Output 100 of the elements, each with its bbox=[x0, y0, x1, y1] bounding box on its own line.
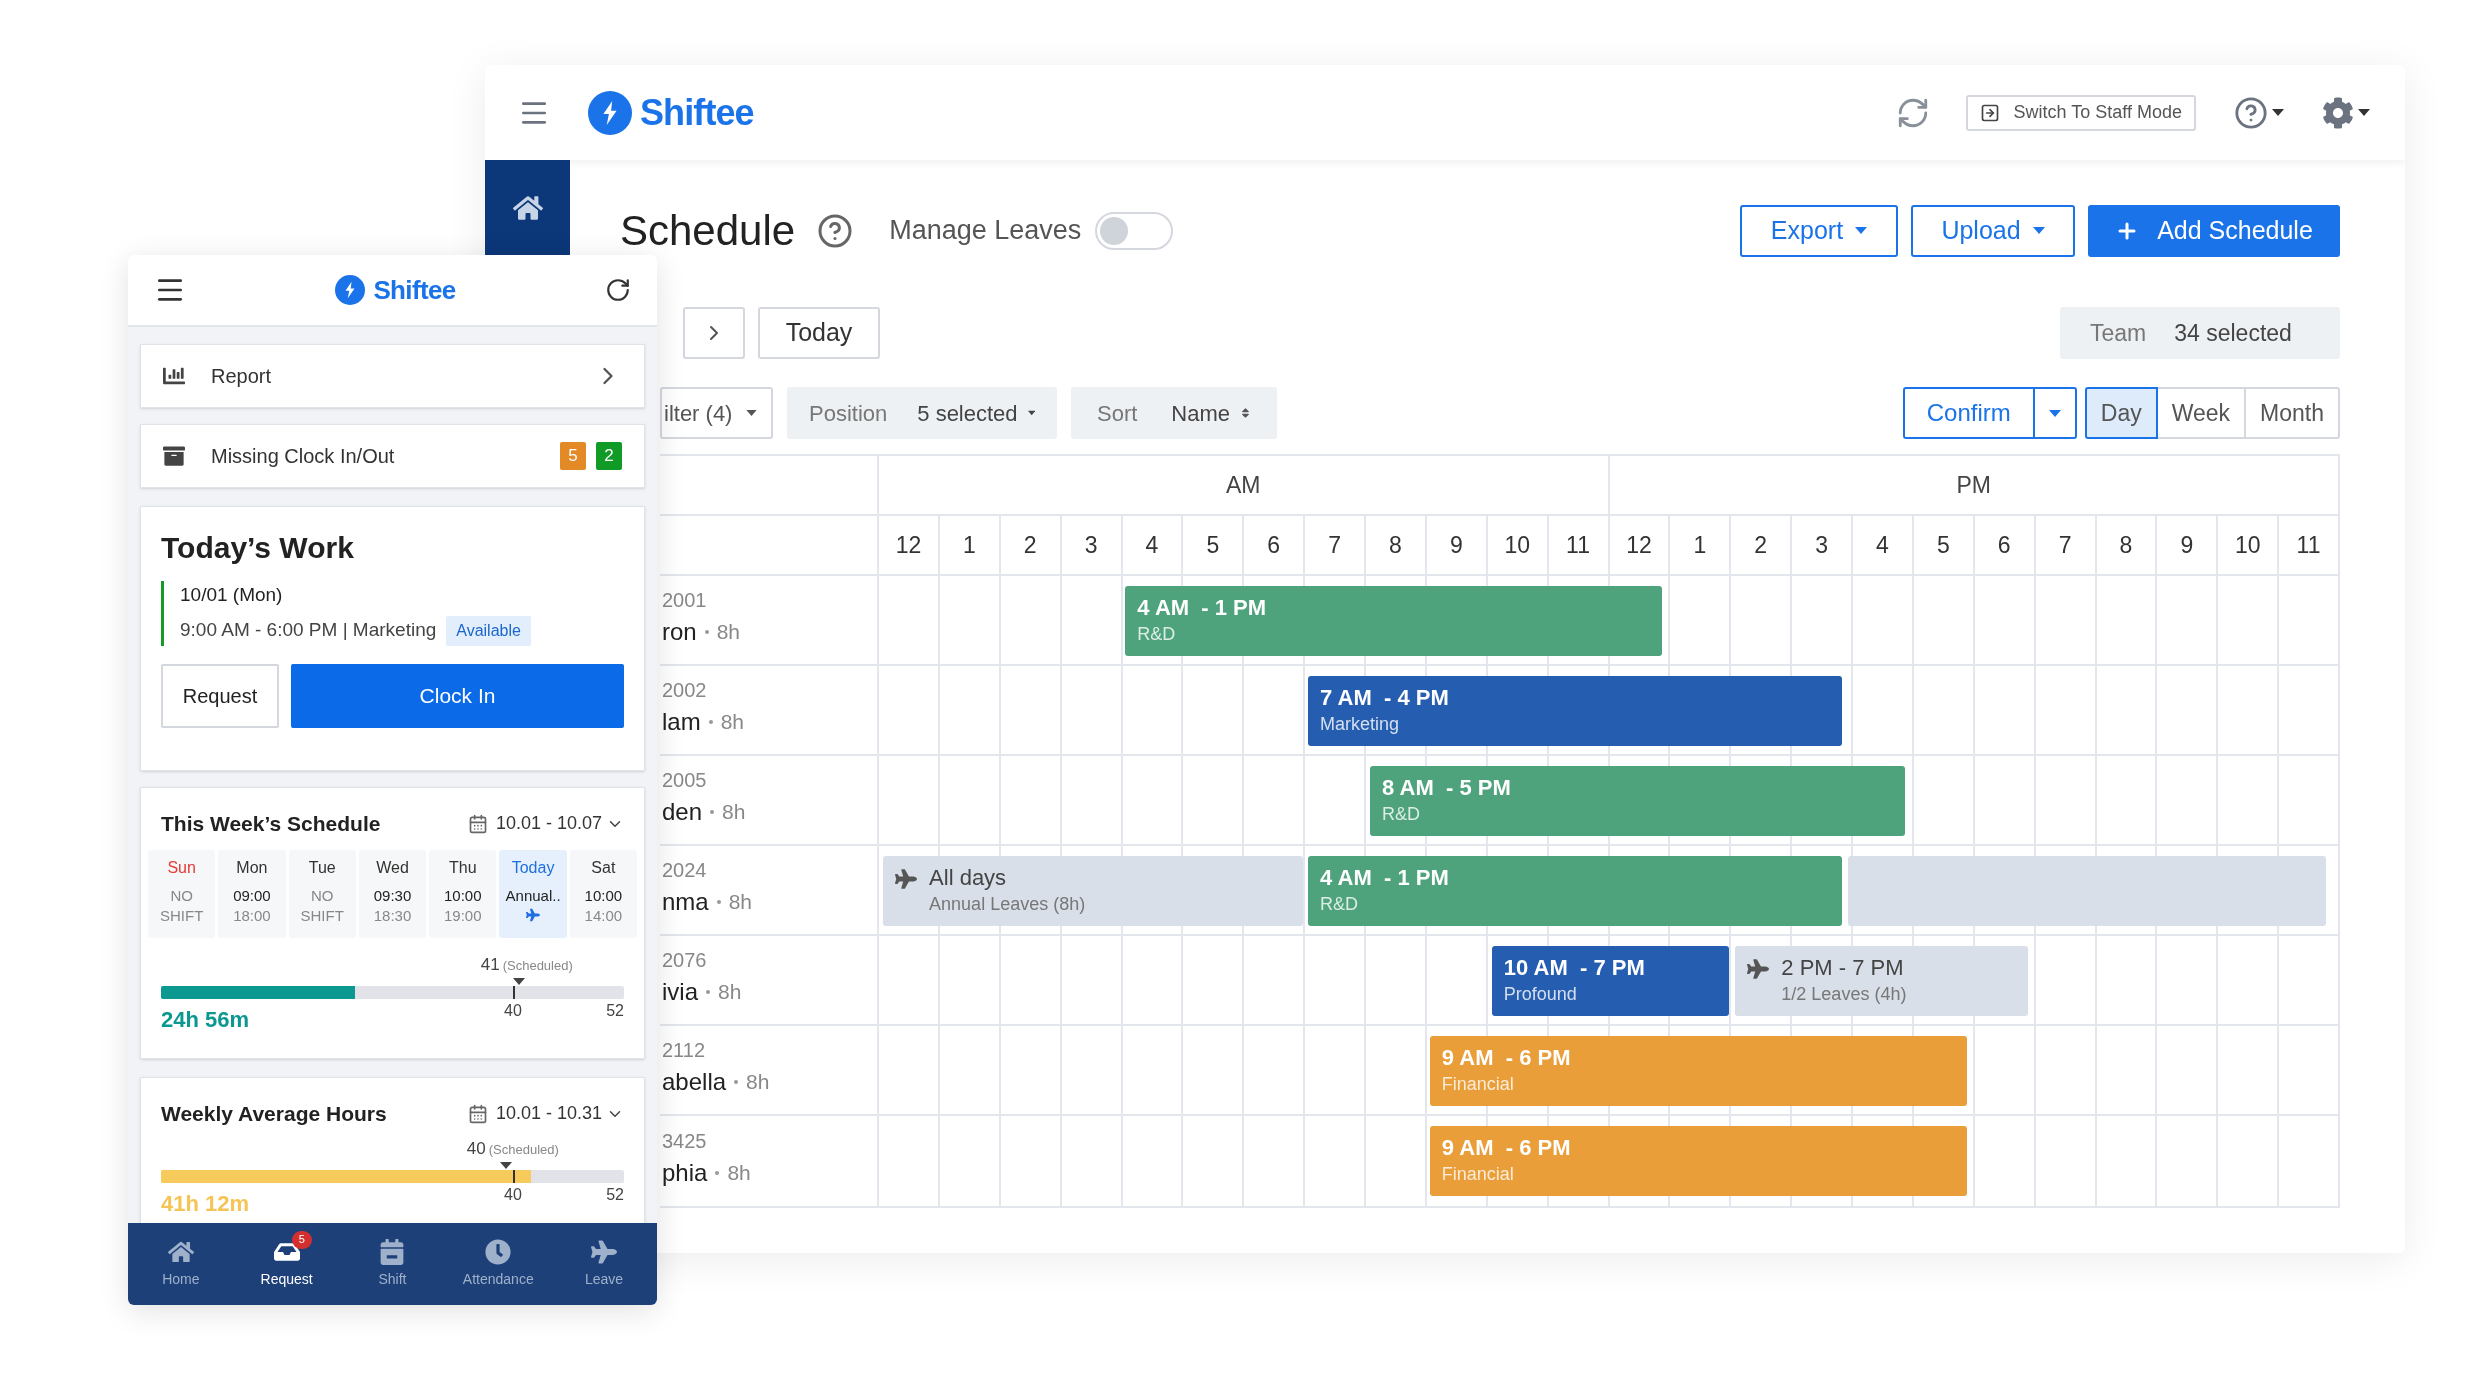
day-start: Annual.. bbox=[505, 885, 561, 906]
day-cell[interactable]: Thu 10:00 19:00 bbox=[429, 849, 497, 938]
calendar-icon[interactable] bbox=[467, 1103, 488, 1124]
caret-icon bbox=[2048, 409, 2061, 417]
employee-name: den bbox=[662, 797, 703, 827]
sort-icon bbox=[1240, 407, 1251, 419]
employee-id: 3425 bbox=[662, 1131, 708, 1151]
day-cell[interactable]: Mon 09:00 18:00 bbox=[218, 849, 286, 938]
confirm-split-button[interactable]: Confirm bbox=[1902, 387, 2077, 439]
day-label: Wed bbox=[376, 857, 409, 878]
nav-label: Shift bbox=[378, 1269, 407, 1289]
date-range[interactable]: 10.01 - 10.31 bbox=[495, 1100, 602, 1128]
nav-item[interactable]: Home bbox=[128, 1223, 234, 1305]
employee-id: 2002 bbox=[662, 680, 708, 700]
calendar-icon[interactable] bbox=[467, 813, 488, 834]
upload-button[interactable]: Upload bbox=[1911, 204, 2075, 257]
view-tab[interactable]: Week bbox=[2155, 387, 2247, 439]
day-cell[interactable]: Wed 09:30 18:30 bbox=[358, 849, 427, 938]
bar-time: 9 AM - 6 PM bbox=[1441, 1134, 1571, 1162]
tick-label: 40 bbox=[504, 1000, 522, 1021]
request-button[interactable]: Request bbox=[161, 663, 279, 728]
hour-label: 1 bbox=[1693, 530, 1707, 560]
confirm-button[interactable]: Confirm bbox=[1904, 389, 2035, 437]
day-label: Mon bbox=[236, 857, 268, 878]
bar-subtitle: Marketing bbox=[1320, 713, 1400, 736]
scheduled-label: (Scheduled) bbox=[502, 957, 573, 975]
day-cell[interactable]: Tue NO SHIFT bbox=[288, 849, 356, 938]
view-tab[interactable]: Month bbox=[2244, 387, 2340, 439]
menu-card[interactable]: Missing Clock In/Out 5 2 bbox=[140, 424, 645, 488]
filter-button[interactable]: ilter (4) bbox=[660, 387, 773, 439]
bar-subtitle: Financial bbox=[1441, 1073, 1515, 1096]
bar-time: All days bbox=[929, 864, 1008, 892]
day-label: Today bbox=[511, 857, 555, 878]
work-shift: 9:00 AM - 6:00 PM | Marketing bbox=[180, 618, 437, 643]
bar-time: 8 AM - 5 PM bbox=[1382, 774, 1511, 802]
leave-bar[interactable]: All days Annual Leaves (8h) bbox=[883, 856, 1304, 926]
tick-label: 52 bbox=[606, 1184, 624, 1205]
sort-control[interactable]: Sort Name bbox=[1071, 387, 1277, 439]
nav-item[interactable]: Shift bbox=[339, 1223, 446, 1305]
today-button[interactable]: Today bbox=[758, 307, 880, 359]
scheduled-hours: 8h bbox=[728, 889, 753, 916]
clock-in-button[interactable]: Clock In bbox=[291, 663, 624, 728]
position-filter[interactable]: Position 5 selected bbox=[787, 387, 1057, 439]
bar-time: 9 AM - 6 PM bbox=[1441, 1044, 1571, 1072]
team-label: Team bbox=[2090, 318, 2147, 348]
nav-item[interactable]: Attendance bbox=[445, 1223, 552, 1305]
manage-leaves-toggle[interactable] bbox=[1095, 211, 1174, 250]
switch-mode-button[interactable]: Switch To Staff Mode bbox=[1965, 94, 2196, 131]
calendar-icon bbox=[379, 1238, 406, 1265]
nav-item[interactable]: Leave bbox=[551, 1223, 657, 1305]
day-cell[interactable]: Today Annual.. bbox=[499, 849, 567, 938]
hour-label: 5 bbox=[1206, 530, 1220, 560]
view-tab[interactable]: Day bbox=[2084, 387, 2158, 439]
scheduled-hours: 8h bbox=[746, 1069, 770, 1096]
caret-icon bbox=[1855, 227, 1868, 234]
hour-label: 6 bbox=[1267, 530, 1281, 560]
logo-text: Shiftee bbox=[373, 273, 456, 307]
employee-name: abella bbox=[662, 1067, 727, 1097]
menu-card[interactable]: Report bbox=[140, 344, 645, 408]
logo-text: Shiftee bbox=[640, 90, 754, 135]
team-filter[interactable]: Team 34 selected bbox=[2060, 307, 2340, 359]
hour-label: 11 bbox=[2296, 530, 2321, 560]
hour-label: 7 bbox=[1328, 530, 1341, 560]
scheduled-hours: 40 bbox=[466, 1138, 486, 1160]
total-hours: 24h 56m bbox=[161, 1005, 250, 1034]
archive-icon bbox=[163, 445, 185, 467]
bar-chart-icon bbox=[163, 365, 185, 387]
logo-icon bbox=[335, 275, 366, 305]
day-end: 18:30 bbox=[373, 905, 412, 926]
hour-label: 12 bbox=[895, 530, 922, 560]
home-tab[interactable] bbox=[485, 160, 570, 255]
add-schedule-button[interactable]: Add Schedule bbox=[2088, 204, 2340, 257]
employee-name: lam bbox=[662, 707, 701, 737]
shift-bar[interactable]: 10 AM - 7 PM Profound bbox=[1491, 946, 1730, 1016]
date-range[interactable]: 10.01 - 10.07 bbox=[495, 810, 602, 838]
export-button[interactable]: Export bbox=[1740, 204, 1898, 257]
switch-icon bbox=[1979, 102, 2000, 123]
nav-item[interactable]: 5 Request bbox=[233, 1223, 340, 1305]
leave-bar[interactable]: 2 PM - 7 PM 1/2 Leaves (4h) bbox=[1735, 946, 2028, 1016]
refresh-icon[interactable] bbox=[605, 277, 631, 303]
caret-icon bbox=[2272, 109, 2284, 116]
day-end: 18:00 bbox=[233, 905, 271, 926]
menu-label: Report bbox=[211, 364, 272, 389]
hour-label: 10 bbox=[1504, 530, 1530, 560]
tick-label: 40 bbox=[504, 1184, 522, 1205]
day-start: 09:00 bbox=[233, 885, 271, 906]
nav-label: Leave bbox=[585, 1269, 624, 1289]
help-icon[interactable] bbox=[817, 212, 854, 249]
day-start: 09:30 bbox=[373, 885, 412, 906]
bar-subtitle: Profound bbox=[1503, 983, 1578, 1006]
help-menu[interactable] bbox=[2234, 95, 2284, 130]
settings-menu[interactable] bbox=[2322, 96, 2370, 129]
day-cell[interactable]: Sun NO SHIFT bbox=[148, 849, 216, 938]
day-cell[interactable]: Sat 10:00 14:00 bbox=[569, 849, 637, 938]
employee-id: 2005 bbox=[662, 770, 708, 790]
day-end: SHIFT bbox=[300, 905, 344, 926]
page-title: Schedule bbox=[620, 206, 796, 256]
shift-bar[interactable]: 7 AM - 4 PM Marketing bbox=[1308, 676, 1842, 746]
nav-label: Request bbox=[260, 1269, 313, 1289]
bar-subtitle: Annual Leaves (8h) bbox=[929, 893, 1086, 916]
